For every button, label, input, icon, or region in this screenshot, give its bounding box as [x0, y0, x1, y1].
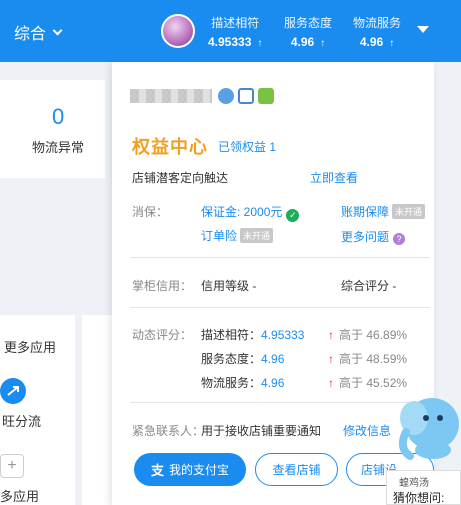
- emergency-contact-label: 紧急联系人：: [132, 424, 205, 438]
- divider: [130, 402, 430, 403]
- benefit-count[interactable]: 已领权益 1: [218, 138, 276, 155]
- score-compare: ↑ 高于 46.89%: [328, 326, 407, 343]
- benefit-center-title[interactable]: 权益中心: [132, 133, 208, 159]
- up-arrow-icon: ↑: [389, 38, 395, 49]
- logistics-label: 物流异常: [32, 140, 85, 155]
- elephant-mascot-icon: [398, 398, 459, 460]
- alipay-icon: 支: [150, 463, 164, 478]
- credit-level: 信用等级 -: [201, 279, 257, 293]
- metric-label: 服务态度: [284, 16, 333, 30]
- shop-name-blurred: [130, 89, 212, 103]
- divider: [130, 257, 430, 258]
- up-arrow-icon: ↑: [328, 328, 334, 342]
- score-value: 4.96: [261, 376, 285, 390]
- score-name: 描述相符：: [201, 328, 262, 342]
- more-apps-link[interactable]: 更多应用: [4, 337, 56, 356]
- up-arrow-icon: ↑: [257, 38, 263, 49]
- not-enabled-tag: 未开通: [392, 204, 426, 219]
- period-guarantee-link[interactable]: 账期保障 未开通: [341, 203, 426, 220]
- more-questions-link[interactable]: 更多问题?: [341, 228, 406, 245]
- overall-score: 综合评分 -: [341, 279, 397, 293]
- id-card-badge-icon[interactable]: [238, 88, 254, 104]
- dynamic-score-label: 动态评分：: [132, 328, 193, 342]
- score-name: 物流服务：: [201, 376, 262, 390]
- question-icon: ?: [393, 233, 406, 245]
- metric-label: 描述相符: [211, 16, 260, 30]
- shop-avatar[interactable]: [161, 14, 195, 48]
- emergency-contact-text: 用于接收店铺重要通知: [201, 424, 322, 438]
- metric-label: 物流服务: [353, 16, 402, 30]
- metric-value: 4.95333: [208, 35, 252, 49]
- caret-down-icon[interactable]: [417, 26, 429, 33]
- metric-value: 4.96: [359, 35, 384, 49]
- credit-label: 掌柜信用：: [132, 279, 193, 293]
- chevron-down-icon: [52, 25, 63, 35]
- score-value: 4.96: [261, 352, 285, 366]
- view-now-link[interactable]: 立即查看: [310, 169, 358, 186]
- check-circle-icon: ✓: [286, 209, 300, 222]
- deposit-text: 保证金: 2000元: [201, 205, 283, 219]
- divider: [130, 307, 430, 308]
- up-arrow-icon: ↑: [320, 38, 326, 49]
- reach-text: 店铺潜客定向触达: [132, 171, 229, 185]
- top-bar: 综合 描述相符 4.95333 ↑ 服务态度 4.96 ↑ 物流服务 4.96 ↑: [0, 0, 461, 62]
- add-app-button[interactable]: +: [0, 454, 24, 478]
- score-compare: ↑ 高于 48.59%: [328, 350, 407, 367]
- chat-prompt-text: 猜你想问:: [393, 491, 445, 505]
- view-shop-button[interactable]: 查看店铺: [255, 453, 338, 486]
- metric-value: 4.96: [290, 35, 315, 49]
- order-insurance-link[interactable]: 订单险 未开通: [201, 227, 274, 244]
- metric-service: 服务态度 4.96 ↑: [284, 14, 332, 49]
- up-arrow-icon: ↑: [328, 352, 334, 366]
- shield-badge-icon[interactable]: [218, 88, 234, 104]
- guarantee-label: 消保：: [132, 205, 169, 219]
- wangwang-label: 旺分流: [2, 414, 42, 429]
- chat-prompt-box[interactable]: 蝗鸡汤 猜你想问:: [386, 470, 461, 505]
- score-row: 描述相符：4.95333: [201, 326, 304, 343]
- compare-text: 高于 48.59%: [339, 352, 408, 366]
- up-arrow-icon: ↑: [328, 376, 334, 390]
- category-dropdown[interactable]: 综合: [14, 20, 63, 44]
- score-name: 服务态度：: [201, 352, 262, 366]
- shop-badge-icon[interactable]: [258, 88, 274, 104]
- deposit-link[interactable]: 保证金: 2000元 ✓: [201, 203, 300, 222]
- logistics-count: 0: [52, 104, 65, 129]
- shop-info-panel: 权益中心 已领权益 1 店铺潜客定向触达 立即查看 消保： 保证金: 2000元…: [112, 62, 434, 505]
- wangwang-icon[interactable]: [0, 378, 26, 404]
- score-row: 服务态度：4.96: [201, 350, 284, 367]
- order-insurance-text: 订单险: [201, 229, 238, 243]
- score-row: 物流服务：4.96: [201, 374, 284, 391]
- more-apps-link-2[interactable]: 多应用: [0, 486, 39, 505]
- apps-card-2: [82, 315, 112, 505]
- metric-logistics: 物流服务 4.96 ↑: [353, 14, 401, 49]
- not-enabled-tag: 未开通: [240, 228, 274, 243]
- period-text: 账期保障: [341, 205, 390, 219]
- metric-description: 描述相符 4.95333 ↑: [208, 14, 262, 49]
- category-label: 综合: [14, 26, 47, 43]
- more-questions-text: 更多问题: [341, 230, 390, 244]
- edit-info-link[interactable]: 修改信息: [343, 422, 391, 439]
- my-alipay-button[interactable]: 支 我的支付宝: [134, 453, 246, 486]
- score-value: 4.95333: [261, 328, 305, 342]
- alipay-label: 我的支付宝: [169, 463, 230, 477]
- compare-text: 高于 46.89%: [339, 328, 408, 342]
- watermark-label: 蝗鸡汤: [399, 478, 429, 489]
